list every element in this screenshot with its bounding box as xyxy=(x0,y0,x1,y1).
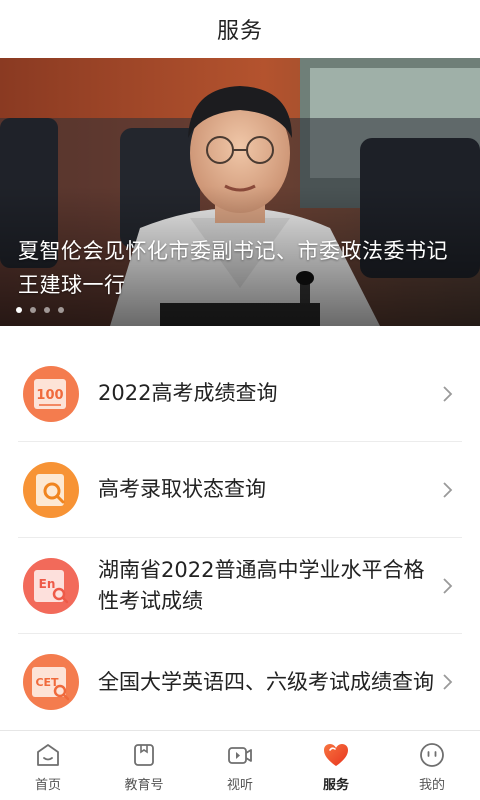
score-100-icon: 100 xyxy=(23,365,79,422)
tab-education[interactable]: 教育号 xyxy=(96,731,192,800)
service-item-admission-status[interactable]: 高考录取状态查询 xyxy=(18,442,462,538)
service-item-proficiency-test[interactable]: En 湖南省2022普通高中学业水平合格性考试成绩 xyxy=(18,538,462,634)
score-100-icon-text: 100 xyxy=(36,388,63,403)
news-banner[interactable]: 夏智伦会见怀化市委副书记、市委政法委书记王建球一行 xyxy=(0,58,480,326)
top-bar: 服务 xyxy=(0,0,480,58)
tab-label: 我的 xyxy=(418,778,445,793)
tab-services[interactable]: 服务 xyxy=(288,731,384,800)
tab-label: 视听 xyxy=(226,778,253,793)
home-icon xyxy=(37,744,59,766)
service-item-label: 2022高考成绩查询 xyxy=(98,381,278,405)
pagination-dot[interactable] xyxy=(30,307,36,313)
heart-icon xyxy=(324,744,348,766)
banner-pagination xyxy=(16,307,64,313)
tab-video[interactable]: 视听 xyxy=(192,731,288,800)
cet-search-icon: CET xyxy=(23,654,79,710)
service-item-cet-score[interactable]: CET 全国大学英语四、六级考试成绩查询 xyxy=(18,634,462,730)
service-item-label: 全国大学英语四、六级考试成绩查询 xyxy=(98,669,434,694)
chevron-right-icon xyxy=(443,481,453,498)
tab-label: 首页 xyxy=(34,778,61,793)
tab-mine[interactable]: 我的 xyxy=(384,731,480,800)
pagination-dot[interactable] xyxy=(44,307,50,313)
tab-label: 服务 xyxy=(322,778,349,793)
document-search-icon xyxy=(23,461,79,518)
chevron-right-icon xyxy=(443,385,453,402)
pagination-dot[interactable] xyxy=(58,307,64,313)
tab-home[interactable]: 首页 xyxy=(0,731,96,800)
pagination-dot[interactable] xyxy=(16,307,22,313)
chevron-right-icon xyxy=(443,577,453,594)
english-search-icon-text: En xyxy=(39,577,56,591)
book-icon xyxy=(134,744,154,766)
service-list: 100 2022高考成绩查询 高考录取状态查询 En 湖南省2022普通高中学业… xyxy=(0,346,480,730)
service-item-gaokao-score[interactable]: 100 2022高考成绩查询 xyxy=(18,346,462,442)
page-title: 服务 xyxy=(216,19,263,44)
tab-label: 教育号 xyxy=(124,778,164,793)
bottom-tab-bar: 首页 教育号 视听 服务 我的 xyxy=(0,730,480,800)
smiley-icon xyxy=(420,743,444,767)
banner-caption: 夏智伦会见怀化市委副书记、市委政法委书记王建球一行 xyxy=(18,239,448,297)
spacer xyxy=(0,326,480,346)
english-search-icon: En xyxy=(23,557,79,614)
service-item-label: 湖南省2022普通高中学业水平合格性考试成绩 xyxy=(98,557,425,613)
service-item-label: 高考录取状态查询 xyxy=(98,477,266,501)
video-icon xyxy=(228,747,252,764)
chevron-right-icon xyxy=(443,674,453,690)
